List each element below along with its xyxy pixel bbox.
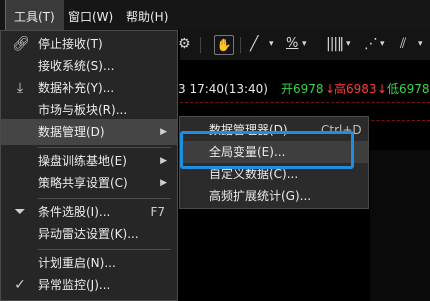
- line-dropdown-icon[interactable]: ▾: [269, 39, 274, 49]
- menu-item-strategy-sharing[interactable]: 策略共享设置(C) ▶: [1, 170, 177, 196]
- percent-tool-icon[interactable]: %: [286, 36, 298, 51]
- gear-icon[interactable]: ⚙: [178, 36, 191, 52]
- check-icon: ✓: [14, 277, 26, 293]
- highlight-box: [180, 131, 354, 169]
- menu-item-data-management[interactable]: 数据管理(D) ▶: [1, 119, 177, 145]
- menu-item-radar-settings[interactable]: 异动雷达设置(K)...: [1, 221, 177, 247]
- menu-window[interactable]: 窗口(W): [68, 0, 113, 30]
- ticker-high: 高6983: [334, 82, 377, 96]
- menu-item-label: 策略共享设置(C): [38, 176, 128, 190]
- menubar: 工具(T) 窗口(W) 帮助(H): [0, 0, 430, 30]
- menu-item-label: 数据管理(D): [38, 125, 105, 139]
- submenu-item-label: 高频扩展统计(G)...: [209, 189, 312, 203]
- menu-item-label: 异常监控(J)...: [38, 278, 111, 292]
- download-icon: ⤓: [16, 80, 24, 96]
- tools-menu: 🔗︎ 停止接收(T) 接收系统(S)... ⤓ 数据补充(Y)... 市场与板块…: [0, 30, 178, 301]
- fan-tool-icon[interactable]: ⋰: [364, 36, 378, 52]
- ticker-open: 开6978: [281, 82, 324, 96]
- filter-icon: ⏷: [14, 204, 26, 220]
- bars-tool-icon[interactable]: |||‖: [326, 36, 344, 52]
- chart-area: [370, 150, 430, 301]
- menu-help[interactable]: 帮助(H): [126, 0, 168, 30]
- ticker-high-arrow: ↓: [377, 82, 388, 96]
- wand-tool-icon[interactable]: ⫽: [400, 36, 406, 52]
- bars-dropdown-icon[interactable]: ▾: [346, 39, 351, 49]
- hand-icon[interactable]: ✋: [214, 35, 234, 55]
- toolbar-divider: [200, 37, 201, 53]
- wand-dropdown-icon[interactable]: ▾: [418, 39, 423, 49]
- ticker-low: 低6978: [387, 82, 430, 96]
- percent-dropdown-icon[interactable]: ▾: [302, 39, 307, 49]
- toolbar-divider: [240, 37, 241, 53]
- submenu-arrow-icon: ▶: [160, 178, 167, 188]
- fan-dropdown-icon[interactable]: ▾: [380, 39, 385, 49]
- chart-gridline: [180, 102, 430, 104]
- link-icon: 🔗︎: [12, 36, 30, 52]
- line-tool-icon[interactable]: ╱: [250, 36, 258, 52]
- menu-item-label: 异动雷达设置(K)...: [38, 227, 139, 241]
- menu-tools[interactable]: 工具(T): [5, 0, 64, 30]
- submenu-arrow-icon: ▶: [160, 127, 167, 137]
- drawing-toolbar: ⚙ ✋ ╱ ▾ % ▾ |||‖ ▾ ⋰ ▾ ⫽ ▾: [178, 30, 430, 60]
- ticker-time: 3 17:40(13:40): [178, 82, 268, 96]
- submenu-item-hf-stats[interactable]: 高频扩展统计(G)...: [180, 185, 368, 207]
- menu-item-exception-monitor[interactable]: ✓ 异常监控(J)...: [1, 272, 177, 298]
